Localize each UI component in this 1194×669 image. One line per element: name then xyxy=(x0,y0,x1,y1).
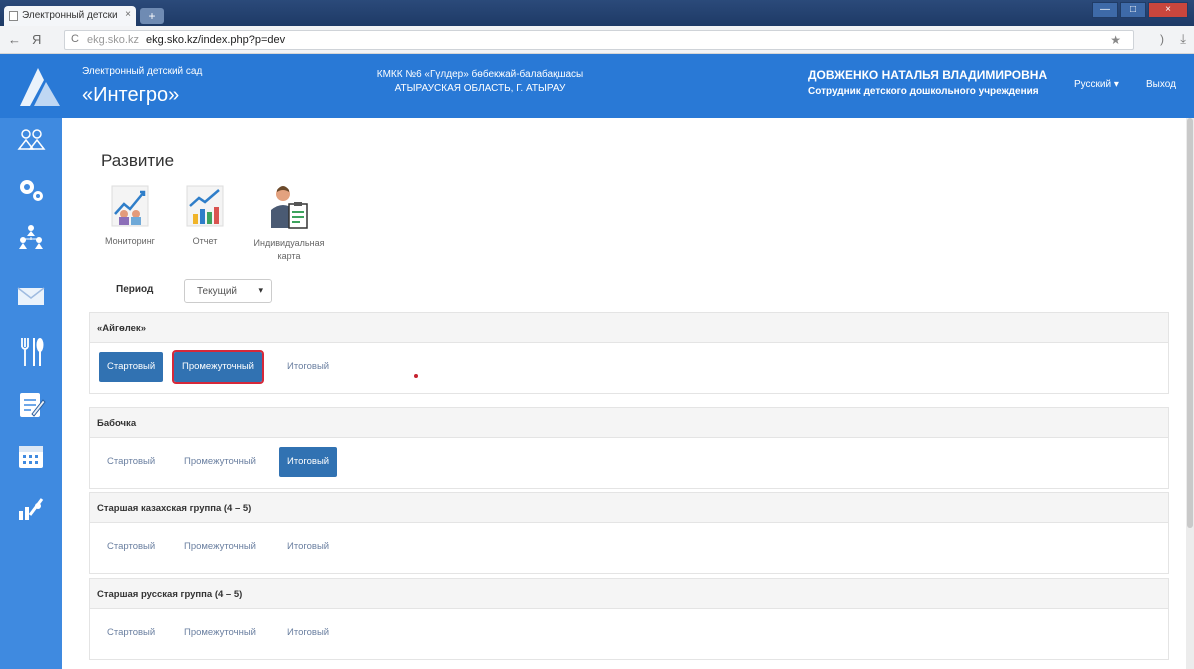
browser-titlebar: Электронный детски × + — □ × xyxy=(0,0,1194,26)
brand-subtitle: Электронный детский сад xyxy=(82,66,203,77)
url-text: ekg.sko.kz/index.php?p=dev xyxy=(146,34,286,46)
group-stages: Стартовый Промежуточный Итоговый xyxy=(90,523,1168,573)
children-icon xyxy=(17,129,46,150)
sidebar-item-children[interactable] xyxy=(0,118,62,166)
url-field[interactable]: C ekg.sko.kz ekg.sko.kz/index.php?p=dev … xyxy=(64,30,1134,50)
monitoring-icon xyxy=(111,185,149,227)
report-icon xyxy=(186,185,224,227)
stage-final-button[interactable]: Итоговый xyxy=(279,618,337,648)
group-name: Старшая казахская группа (4 – 5) xyxy=(90,493,1168,523)
individual-card-icon xyxy=(271,186,308,229)
settings-icon xyxy=(20,180,43,201)
sidebar-item-food[interactable] xyxy=(0,328,62,376)
window-controls: — □ × xyxy=(1092,2,1188,20)
individual-card-tool[interactable]: Индивидуальная карта xyxy=(244,184,334,263)
maximize-button[interactable]: □ xyxy=(1120,2,1146,18)
sidebar-item-mail[interactable] xyxy=(0,272,62,320)
stage-final-button[interactable]: Итоговый xyxy=(279,532,337,562)
group-name: Старшая русская группа (4 – 5) xyxy=(90,579,1168,609)
organization-name: КМКК №6 «Гүлдер» бөбекжай-балабақшасы xyxy=(376,69,584,80)
food-icon xyxy=(21,338,44,366)
new-tab-button[interactable]: + xyxy=(140,8,164,24)
group-panel-kazakh-senior: Старшая казахская группа (4 – 5) Стартов… xyxy=(89,492,1169,574)
calendar-icon xyxy=(19,446,43,468)
sidebar-item-settings[interactable] xyxy=(0,166,62,214)
page-scrollbar[interactable] xyxy=(1186,118,1194,669)
notes-icon xyxy=(20,393,46,417)
bookmark-star-icon[interactable]: ★ xyxy=(1110,33,1121,47)
download-icon[interactable]: ⤓ xyxy=(1180,31,1186,47)
individual-card-label: Индивидуальная карта xyxy=(253,238,325,261)
brand-title: «Интегро» xyxy=(82,84,180,106)
stage-final-button[interactable]: Итоговый xyxy=(279,447,338,477)
logout-link[interactable]: Выход xyxy=(1146,79,1176,90)
group-stages: Стартовый Промежуточный Итоговый xyxy=(90,438,1168,488)
mail-icon xyxy=(17,287,45,305)
stage-start-button[interactable]: Стартовый xyxy=(99,447,163,477)
group-panel-babochka: Бабочка Стартовый Промежуточный Итоговый xyxy=(89,407,1169,489)
tab-title: Электронный детски xyxy=(22,10,118,21)
user-name[interactable]: ДОВЖЕНКО НАТАЛЬЯ ВЛАДИМИРОВНА xyxy=(808,68,1047,82)
page-title: Развитие xyxy=(101,151,175,170)
group-name: Бабочка xyxy=(90,408,1168,438)
report-tool[interactable]: Отчет xyxy=(178,184,232,248)
tab-close-icon[interactable]: × xyxy=(125,9,131,20)
sidebar xyxy=(0,118,62,669)
period-label: Период xyxy=(116,284,154,295)
close-window-button[interactable]: × xyxy=(1148,2,1188,18)
monitoring-tool[interactable]: Мониторинг xyxy=(96,184,164,248)
stage-intermediate-button[interactable]: Промежуточный xyxy=(176,618,264,648)
cursor-marker xyxy=(414,374,418,378)
back-button[interactable]: ← xyxy=(8,32,21,47)
group-name: «Айгөлек» xyxy=(90,313,1168,343)
reload-icon[interactable]: C xyxy=(71,33,79,45)
group-panel-aigolek: «Айгөлек» Стартовый Промежуточный Итогов… xyxy=(89,312,1169,394)
browser-addressbar: ← Я C ekg.sko.kz ekg.sko.kz/index.php?p=… xyxy=(0,26,1194,54)
stage-intermediate-button[interactable]: Промежуточный xyxy=(176,447,264,477)
yandex-icon[interactable]: Я xyxy=(32,32,41,47)
stage-start-button[interactable]: Стартовый xyxy=(99,618,163,648)
browser-tab[interactable]: Электронный детски × xyxy=(4,6,136,26)
language-dropdown[interactable]: Русский ▾ xyxy=(1074,79,1119,90)
organization-info: КМКК №6 «Гүлдер» бөбекжай-балабақшасы АТ… xyxy=(330,68,630,96)
sidebar-item-calendar[interactable] xyxy=(0,432,62,480)
page-icon xyxy=(9,11,18,21)
integro-logo-icon[interactable] xyxy=(14,60,66,112)
stage-intermediate-button[interactable]: Промежуточный xyxy=(172,350,264,384)
url-host: ekg.sko.kz xyxy=(87,34,139,46)
sidebar-item-structure[interactable] xyxy=(0,214,62,262)
addressbar-edge: ) xyxy=(1160,32,1164,46)
scrollbar-thumb[interactable] xyxy=(1187,118,1193,528)
sidebar-item-notes[interactable] xyxy=(0,380,62,428)
sidebar-item-development[interactable] xyxy=(0,484,62,532)
stage-start-button[interactable]: Стартовый xyxy=(99,532,163,562)
period-select[interactable]: Текущий ▾ xyxy=(184,279,272,303)
structure-icon xyxy=(19,225,43,249)
stage-intermediate-button[interactable]: Промежуточный xyxy=(176,532,264,562)
development-icon xyxy=(19,498,44,520)
minimize-button[interactable]: — xyxy=(1092,2,1118,18)
group-panel-russian-senior: Старшая русская группа (4 – 5) Стартовый… xyxy=(89,578,1169,660)
monitoring-label: Мониторинг xyxy=(105,236,155,246)
stage-start-button[interactable]: Стартовый xyxy=(99,352,164,382)
report-label: Отчет xyxy=(192,236,218,246)
app-header: Электронный детский сад «Интегро» КМКК №… xyxy=(0,54,1194,118)
chevron-down-icon: ▾ xyxy=(258,285,263,295)
user-role: Сотрудник детского дошкольного учреждени… xyxy=(808,86,1039,97)
group-stages: Стартовый Промежуточный Итоговый xyxy=(90,609,1168,659)
stage-final-button[interactable]: Итоговый xyxy=(279,352,337,382)
period-value: Текущий xyxy=(197,286,237,297)
group-stages: Стартовый Промежуточный Итоговый xyxy=(90,343,1168,393)
organization-location: АТЫРАУСКАЯ ОБЛАСТЬ, Г. АТЫРАУ xyxy=(394,83,566,94)
